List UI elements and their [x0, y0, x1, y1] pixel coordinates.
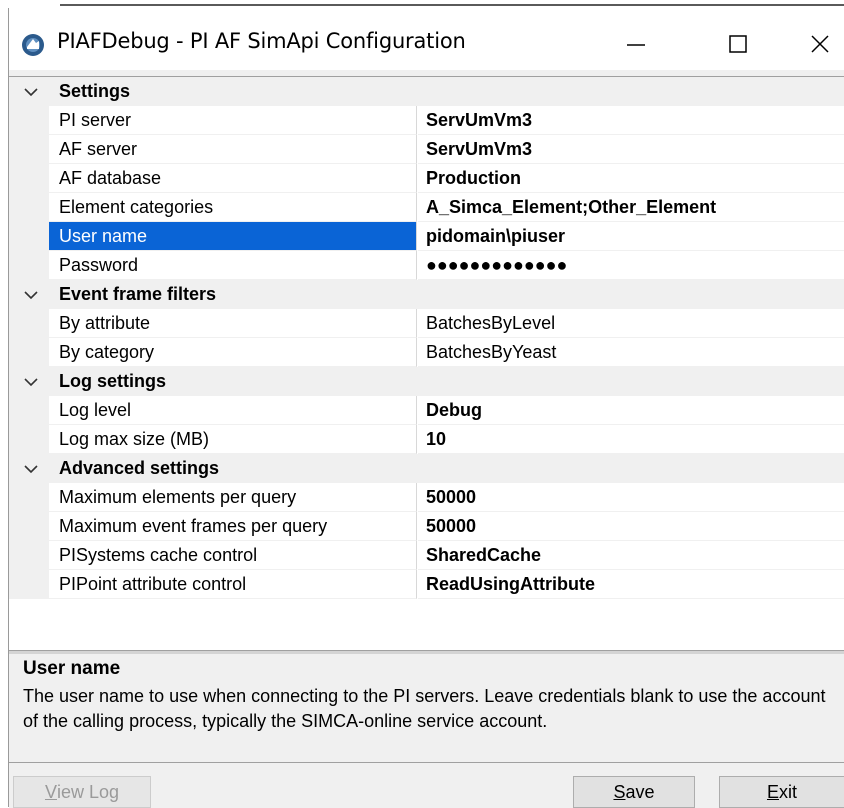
property-value[interactable]: ●●●●●●●●●●●●● — [418, 251, 844, 280]
property-value[interactable]: ServUmVm3 — [418, 106, 844, 135]
app-icon — [22, 34, 44, 56]
chevron-down-icon[interactable] — [23, 288, 39, 302]
button-label: ave — [625, 781, 655, 802]
help-title: User name — [23, 658, 121, 679]
button-label: xit — [779, 781, 797, 802]
property-value[interactable]: 10 — [418, 425, 844, 454]
row-gutter — [9, 541, 49, 570]
row-gutter — [9, 106, 49, 135]
property-name[interactable]: Log level — [49, 396, 417, 425]
row-gutter — [9, 135, 49, 164]
row-gutter — [9, 396, 49, 425]
row-gutter — [9, 193, 49, 222]
property-row[interactable]: Maximum event frames per query 50000 — [9, 512, 844, 541]
property-name[interactable]: Log max size (MB) — [49, 425, 417, 454]
mnemonic: E — [766, 781, 779, 802]
property-value[interactable]: BatchesByYeast — [418, 338, 844, 367]
property-name[interactable]: PISystems cache control — [49, 541, 417, 570]
property-value[interactable]: ServUmVm3 — [418, 135, 844, 164]
category-row[interactable]: Advanced settings — [9, 454, 844, 483]
maximize-icon — [729, 35, 747, 53]
property-row[interactable]: AF database Production — [9, 164, 844, 193]
chevron-down-icon[interactable] — [23, 375, 39, 389]
property-row[interactable]: Element categories A_Simca_Element;Other_… — [9, 193, 844, 222]
property-value[interactable]: Production — [418, 164, 844, 193]
property-row[interactable]: Password ●●●●●●●●●●●●● — [9, 251, 844, 280]
row-gutter — [9, 483, 49, 512]
view-log-button[interactable]: View Log — [13, 776, 151, 808]
property-name[interactable]: By attribute — [49, 309, 417, 338]
background-line — [60, 4, 844, 6]
property-value[interactable]: SharedCache — [418, 541, 844, 570]
property-row[interactable]: Maximum elements per query 50000 — [9, 483, 844, 512]
property-value[interactable]: 50000 — [418, 483, 844, 512]
help-text: The user name to use when connecting to … — [23, 686, 826, 731]
property-row[interactable]: PI server ServUmVm3 — [9, 106, 844, 135]
property-name[interactable]: PIPoint attribute control — [49, 570, 417, 599]
property-grid[interactable]: Settings PI server ServUmVm3 AF server ServU… — [9, 76, 844, 651]
property-name[interactable]: Password — [49, 251, 417, 280]
mnemonic: V — [44, 781, 57, 802]
row-gutter — [9, 512, 49, 541]
property-row[interactable]: By attribute BatchesByLevel — [9, 309, 844, 338]
category-row[interactable]: Event frame filters — [9, 280, 844, 309]
minimize-icon — [627, 44, 645, 46]
title-bar[interactable]: PIAFDebug - PI AF SimApi Configuration — [9, 8, 844, 70]
property-name[interactable]: By category — [49, 338, 417, 367]
property-name[interactable]: Element categories — [49, 193, 417, 222]
row-gutter — [9, 570, 49, 599]
category-row[interactable]: Log settings — [9, 367, 844, 396]
help-panel: User name The user name to use when conn… — [9, 654, 844, 762]
row-gutter — [9, 425, 49, 454]
close-icon — [811, 35, 829, 53]
property-value[interactable]: A_Simca_Element;Other_Element — [418, 193, 844, 222]
row-gutter — [9, 164, 49, 193]
property-row[interactable]: User name pidomain\piuser — [9, 222, 844, 251]
property-value[interactable]: Debug — [418, 396, 844, 425]
exit-button[interactable]: Exit — [719, 776, 844, 808]
property-name[interactable]: Maximum event frames per query — [49, 512, 417, 541]
config-window: PIAFDebug - PI AF SimApi Configuration S… — [8, 8, 844, 808]
property-row[interactable]: PIPoint attribute control ReadUsingAttrib… — [9, 570, 844, 599]
property-name[interactable]: PI server — [49, 106, 417, 135]
category-label: Event frame filters — [59, 284, 217, 304]
property-row[interactable]: PISystems cache control SharedCache — [9, 541, 844, 570]
button-label: iew Log — [56, 781, 120, 802]
property-row[interactable]: By category BatchesByYeast — [9, 338, 844, 367]
category-row[interactable]: Settings — [9, 77, 844, 106]
property-value[interactable]: 50000 — [418, 512, 844, 541]
row-gutter — [9, 338, 49, 367]
background-strip — [0, 0, 844, 8]
property-name[interactable]: User name — [49, 222, 417, 251]
property-row[interactable]: AF server ServUmVm3 — [9, 135, 844, 164]
property-name[interactable]: AF database — [49, 164, 417, 193]
row-gutter — [9, 251, 49, 280]
property-value[interactable]: pidomain\piuser — [418, 222, 844, 251]
button-bar: View Log Save Exit — [9, 762, 844, 808]
category-label: Log settings — [59, 371, 166, 391]
minimize-button[interactable] — [607, 22, 665, 66]
save-button[interactable]: Save — [573, 776, 695, 808]
property-name[interactable]: AF server — [49, 135, 417, 164]
close-button[interactable] — [791, 22, 844, 66]
row-gutter — [9, 309, 49, 338]
row-gutter — [9, 222, 49, 251]
window-title: PIAFDebug - PI AF SimApi Configuration — [57, 29, 466, 53]
property-value[interactable]: BatchesByLevel — [418, 309, 844, 338]
chevron-down-icon[interactable] — [23, 462, 39, 476]
maximize-button[interactable] — [709, 22, 767, 66]
property-value[interactable]: ReadUsingAttribute — [418, 570, 844, 599]
category-label: Settings — [59, 81, 131, 101]
property-row[interactable]: Log max size (MB) 10 — [9, 425, 844, 454]
property-row[interactable]: Log level Debug — [9, 396, 844, 425]
chevron-down-icon[interactable] — [23, 85, 39, 99]
category-label: Advanced settings — [59, 458, 220, 478]
property-name[interactable]: Maximum elements per query — [49, 483, 417, 512]
mnemonic: S — [613, 781, 626, 802]
